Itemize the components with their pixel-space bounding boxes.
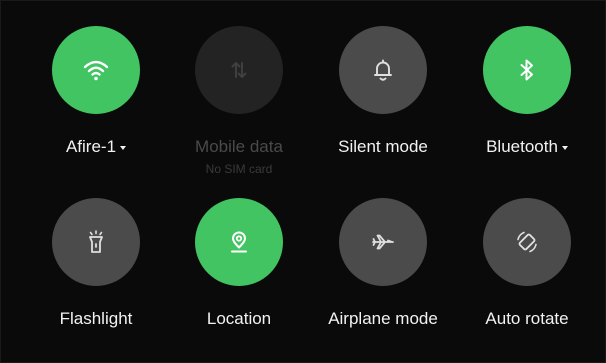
silent-mode-label-row: Silent mode [338, 136, 428, 158]
tile-flashlight: Flashlight [26, 198, 166, 330]
bluetooth-dropdown-caret-icon[interactable] [561, 145, 568, 150]
auto-rotate-toggle[interactable] [483, 198, 571, 286]
tile-wifi: Afire-1 [26, 26, 166, 158]
silent-mode-toggle[interactable] [339, 26, 427, 114]
flashlight-icon [89, 230, 103, 253]
tile-bluetooth: Bluetooth [457, 26, 597, 158]
silent-mode-label: Silent mode [338, 137, 428, 156]
mobile-data-label-row: Mobile data [195, 136, 283, 158]
wifi-icon [83, 60, 109, 81]
wifi-label-row[interactable]: Afire-1 [65, 136, 127, 158]
bell-icon [374, 59, 392, 81]
location-toggle[interactable] [195, 198, 283, 286]
tile-airplane-mode: Airplane mode [313, 198, 453, 330]
bluetooth-label: Bluetooth [486, 137, 558, 156]
flashlight-toggle[interactable] [52, 198, 140, 286]
quick-settings-panel: Afire-1 Mobile data No SIM card Silent m… [0, 0, 606, 363]
tile-mobile-data: Mobile data No SIM card [169, 26, 309, 176]
rotate-icon [517, 231, 537, 253]
bluetooth-label-row[interactable]: Bluetooth [486, 136, 568, 158]
flashlight-label-row: Flashlight [60, 308, 133, 330]
airplane-mode-label-row: Airplane mode [323, 308, 443, 330]
tile-silent-mode: Silent mode [313, 26, 453, 158]
airplane-mode-label: Airplane mode [328, 309, 438, 328]
airplane-icon [372, 234, 394, 250]
auto-rotate-label-row: Auto rotate [485, 308, 568, 330]
auto-rotate-label: Auto rotate [485, 309, 569, 328]
mobile-data-icon [231, 62, 247, 78]
location-label: Location [206, 309, 272, 328]
wifi-toggle[interactable] [52, 26, 140, 114]
mobile-data-sublabel: No SIM card [205, 162, 273, 176]
location-pin-icon [231, 231, 247, 253]
tile-auto-rotate: Auto rotate [457, 198, 597, 330]
tile-location: Location [169, 198, 309, 330]
mobile-data-toggle[interactable] [195, 26, 283, 114]
bluetooth-toggle[interactable] [483, 26, 571, 114]
flashlight-label: Flashlight [59, 309, 133, 328]
airplane-mode-toggle[interactable] [339, 198, 427, 286]
wifi-label: Afire-1 [65, 137, 117, 156]
wifi-dropdown-caret-icon[interactable] [120, 145, 127, 150]
bluetooth-icon [520, 59, 533, 81]
location-label-row: Location [207, 308, 271, 330]
mobile-data-label: Mobile data [195, 137, 283, 156]
